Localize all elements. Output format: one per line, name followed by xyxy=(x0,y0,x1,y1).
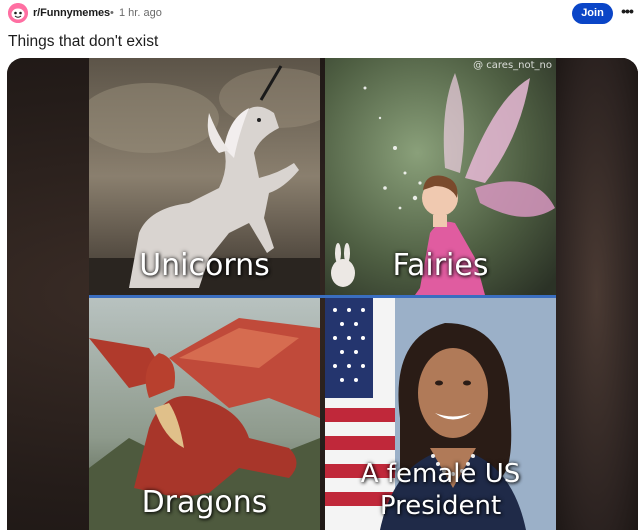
meta-separator: • xyxy=(110,7,114,19)
subreddit-avatar-icon[interactable] xyxy=(8,3,28,23)
caption-fairies: Fairies xyxy=(392,248,489,283)
panel-fairies: @ cares_not_no Fairies xyxy=(325,58,556,295)
caption-line-1: A female US xyxy=(360,459,521,489)
media-blur-background-right xyxy=(555,58,638,530)
caption-dragons: Dragons xyxy=(141,485,268,520)
join-button[interactable]: Join xyxy=(572,3,613,24)
caption-female-us-president: A female US President xyxy=(325,458,556,522)
subreddit-name-link[interactable]: r/Funnymemes xyxy=(33,7,110,19)
post-timestamp: 1 hr. ago xyxy=(119,7,162,19)
meme-image-grid: Unicorns @ cares_not_no Fairies Dragons … xyxy=(89,58,556,530)
more-options-icon[interactable]: ••• xyxy=(617,3,637,24)
image-watermark: @ cares_not_no xyxy=(473,60,552,71)
caption-line-2: President xyxy=(379,491,502,521)
post-title[interactable]: Things that don't exist xyxy=(8,33,158,51)
panel-dragons: Dragons xyxy=(89,298,320,530)
panel-female-us-president: A female US President xyxy=(325,298,556,530)
post-header: r/Funnymemes • 1 hr. ago Join ••• xyxy=(0,0,640,28)
post-media[interactable]: Unicorns @ cares_not_no Fairies Dragons … xyxy=(7,58,638,530)
panel-unicorns: Unicorns xyxy=(89,58,320,295)
caption-unicorns: Unicorns xyxy=(139,248,270,283)
